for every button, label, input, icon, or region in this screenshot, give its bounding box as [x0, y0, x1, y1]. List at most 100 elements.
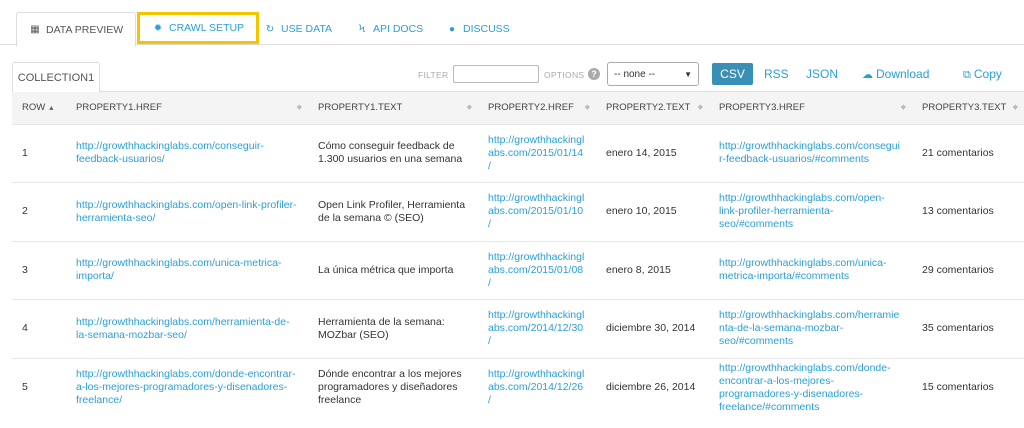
- property2-href-link[interactable]: http://growthhackinglabs.com/2015/01/08/: [488, 251, 584, 289]
- cell-link[interactable]: http://growthhackinglabs.com/conseguir-f…: [709, 123, 912, 183]
- cell-link[interactable]: http://growthhackinglabs.com/donde-encon…: [66, 357, 308, 417]
- property2-href-link[interactable]: http://growthhackinglabs.com/2014/12/30/: [488, 309, 584, 347]
- table-icon: ▦: [30, 24, 40, 35]
- filter-input[interactable]: [453, 65, 539, 83]
- cell-link[interactable]: http://growthhackinglabs.com/open-link-p…: [66, 182, 308, 241]
- help-icon[interactable]: ?: [588, 68, 600, 80]
- property3-href-link[interactable]: http://growthhackinglabs.com/herramienta…: [719, 309, 899, 347]
- tab-crawl-setup[interactable]: ✹ CRAWL SETUP: [137, 12, 260, 44]
- gear-icon: ✹: [153, 22, 163, 34]
- options-select[interactable]: -- none -- ▼: [607, 62, 699, 86]
- cell-link[interactable]: http://growthhackinglabs.com/2014/12/26/: [478, 357, 596, 417]
- download-label: Download: [876, 67, 930, 81]
- cell-text: 15 comentarios: [912, 357, 1024, 417]
- table-row: 4 http://growthhackinglabs.com/herramien…: [12, 299, 1024, 358]
- row-number: 3: [12, 240, 66, 300]
- filter-label: FILTER: [418, 70, 449, 80]
- cell-link[interactable]: http://growthhackinglabs.com/2015/01/14/: [478, 123, 596, 183]
- tab-use-data[interactable]: ↻ USE DATA: [252, 12, 344, 46]
- cell-link[interactable]: http://growthhackinglabs.com/2015/01/08/: [478, 240, 596, 300]
- collection-tab-label: COLLECTION1: [17, 71, 95, 84]
- property1-href-link[interactable]: http://growthhackinglabs.com/conseguir-f…: [76, 140, 264, 165]
- table-header-row: ROW ▲ PROPERTY1.HREF ◆ PROPERTY1.TEXT ◆ PR…: [12, 92, 1024, 124]
- download-button[interactable]: ☁ Download: [862, 67, 929, 81]
- column-header[interactable]: PROPERTY3.TEXT ◆: [912, 92, 1024, 124]
- table-row: 2 http://growthhackinglabs.com/open-link…: [12, 182, 1024, 241]
- tab-discuss[interactable]: ● DISCUSS: [434, 12, 522, 46]
- row-number: 2: [12, 182, 66, 241]
- cell-text: Cómo conseguir feedback de 1.300 usuario…: [308, 123, 478, 183]
- cell-text: enero 14, 2015: [596, 123, 709, 183]
- cell-link[interactable]: http://growthhackinglabs.com/unica-metri…: [709, 240, 912, 300]
- collection-tab[interactable]: COLLECTION1: [12, 62, 100, 92]
- property3-href-link[interactable]: http://growthhackinglabs.com/open-link-p…: [719, 192, 885, 230]
- cell-link[interactable]: http://growthhackinglabs.com/2015/01/10/: [478, 182, 596, 241]
- row-number: 1: [12, 123, 66, 183]
- cell-text: enero 10, 2015: [596, 182, 709, 241]
- property2-href-link[interactable]: http://growthhackinglabs.com/2015/01/14/: [488, 134, 584, 172]
- column-header[interactable]: PROPERTY2.TEXT ◆: [596, 92, 709, 124]
- cell-link[interactable]: http://growthhackinglabs.com/herramienta…: [66, 299, 308, 358]
- cell-text: diciembre 26, 2014: [596, 357, 709, 417]
- property2-href-link[interactable]: http://growthhackinglabs.com/2014/12/26/: [488, 368, 584, 406]
- cell-link[interactable]: http://growthhackinglabs.com/donde-encon…: [709, 357, 912, 417]
- cell-text: enero 8, 2015: [596, 240, 709, 300]
- column-header-row[interactable]: ROW ▲: [12, 92, 66, 124]
- chevron-down-icon: ▼: [684, 70, 692, 79]
- property3-href-link[interactable]: http://growthhackinglabs.com/donde-encon…: [719, 362, 891, 413]
- table-row: 5 http://growthhackinglabs.com/donde-enc…: [12, 357, 1024, 417]
- tab-label: DATA PREVIEW: [46, 23, 124, 36]
- property1-href-link[interactable]: http://growthhackinglabs.com/donde-encon…: [76, 368, 295, 406]
- tab-bar: ▦ DATA PREVIEW ✹ CRAWL SETUP ↻ USE DATA …: [0, 0, 1024, 47]
- table-row: 1 http://growthhackinglabs.com/conseguir…: [12, 123, 1024, 183]
- options-select-value: -- none --: [614, 68, 656, 80]
- rss-button[interactable]: RSS: [764, 67, 789, 81]
- data-table: ROW ▲ PROPERTY1.HREF ◆ PROPERTY1.TEXT ◆ PR…: [12, 92, 1024, 417]
- sort-asc-icon: ▲: [47, 105, 55, 113]
- cell-text: diciembre 30, 2014: [596, 299, 709, 358]
- property1-href-link[interactable]: http://growthhackinglabs.com/herramienta…: [76, 316, 290, 341]
- csv-button-label: CSV: [720, 67, 745, 81]
- cell-link[interactable]: http://growthhackinglabs.com/2014/12/30/: [478, 299, 596, 358]
- cell-text: Open Link Profiler, Herramienta de la se…: [308, 182, 478, 241]
- property2-href-link[interactable]: http://growthhackinglabs.com/2015/01/10/: [488, 192, 584, 230]
- cell-text: 13 comentarios: [912, 182, 1024, 241]
- sort-icon: ◆: [697, 104, 703, 111]
- cell-link[interactable]: http://growthhackinglabs.com/unica-metri…: [66, 240, 308, 300]
- cell-text: Herramienta de la semana: MOZbar (SEO): [308, 299, 478, 358]
- copy-button[interactable]: ⧉ Copy: [963, 67, 1002, 82]
- cell-text: 35 comentarios: [912, 299, 1024, 358]
- refresh-icon: ↻: [265, 23, 275, 35]
- column-header[interactable]: PROPERTY1.TEXT ◆: [308, 92, 478, 124]
- sort-icon: ◆: [296, 104, 302, 111]
- cell-text: La única métrica que importa: [308, 240, 478, 300]
- cloud-download-icon: ☁: [862, 69, 873, 81]
- column-header[interactable]: PROPERTY2.HREF ◆: [478, 92, 596, 124]
- cell-link[interactable]: http://growthhackinglabs.com/herramienta…: [709, 299, 912, 358]
- row-number: 5: [12, 357, 66, 417]
- column-header[interactable]: PROPERTY1.HREF ◆: [66, 92, 308, 124]
- tab-api-docs[interactable]: ϟ API DOCS: [344, 12, 435, 46]
- property3-href-link[interactable]: http://growthhackinglabs.com/unica-metri…: [719, 257, 887, 282]
- property1-href-link[interactable]: http://growthhackinglabs.com/open-link-p…: [76, 199, 297, 224]
- json-button[interactable]: JSON: [806, 67, 838, 81]
- csv-button[interactable]: CSV: [712, 63, 753, 85]
- property3-href-link[interactable]: http://growthhackinglabs.com/conseguir-f…: [719, 140, 900, 165]
- table-row: 3 http://growthhackinglabs.com/unica-met…: [12, 240, 1024, 300]
- tab-label: USE DATA: [281, 23, 332, 35]
- cell-text: 21 comentarios: [912, 123, 1024, 183]
- tab-data-preview[interactable]: ▦ DATA PREVIEW: [16, 12, 137, 47]
- copy-icon: ⧉: [963, 69, 971, 81]
- sort-icon: ◆: [900, 104, 906, 111]
- cell-link[interactable]: http://growthhackinglabs.com/open-link-p…: [709, 182, 912, 241]
- cell-link[interactable]: http://growthhackinglabs.com/conseguir-f…: [66, 123, 308, 183]
- cell-text: Dónde encontrar a los mejores programado…: [308, 357, 478, 417]
- row-number: 4: [12, 299, 66, 358]
- tab-label: API DOCS: [373, 23, 424, 35]
- sort-icon: ◆: [1012, 104, 1018, 111]
- column-header[interactable]: PROPERTY3.HREF ◆: [709, 92, 912, 124]
- options-label: OPTIONS: [544, 70, 585, 80]
- bolt-icon: ϟ: [358, 23, 366, 35]
- property1-href-link[interactable]: http://growthhackinglabs.com/unica-metri…: [76, 257, 281, 282]
- sort-icon: ◆: [584, 104, 590, 111]
